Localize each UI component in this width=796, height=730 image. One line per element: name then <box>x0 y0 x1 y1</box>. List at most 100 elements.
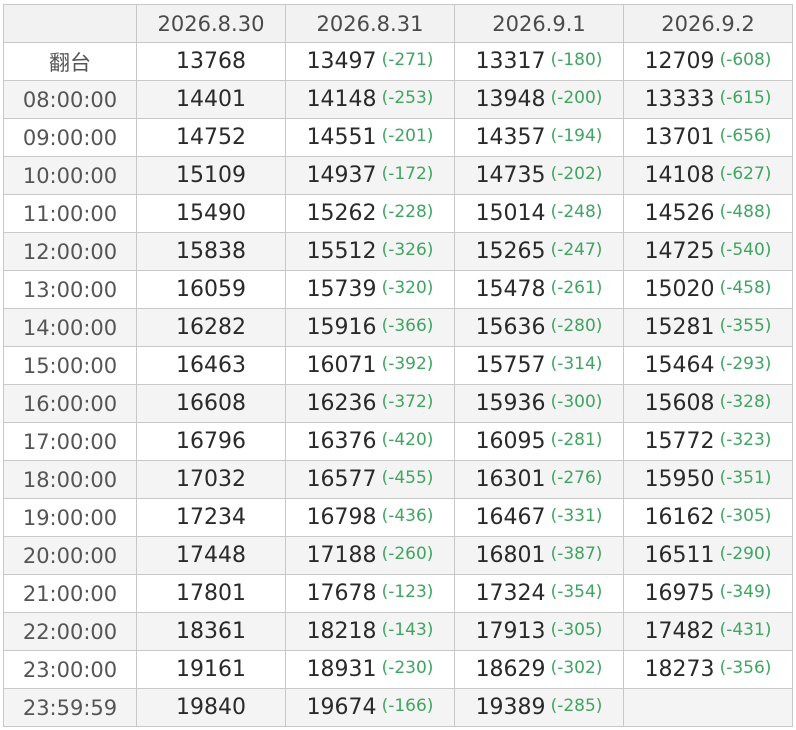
cell-value: 15608 <box>644 391 715 416</box>
cell-diff: (-320) <box>381 278 434 298</box>
table-cell: 15838 <box>136 232 286 271</box>
cell-value: 17801 <box>176 581 246 606</box>
table-cell: 19161 <box>136 650 286 689</box>
cell-diff: (-202) <box>550 164 603 184</box>
cell-diff: (-281) <box>550 430 603 450</box>
cell-value: 16095 <box>475 429 546 454</box>
cell-value: 19389 <box>475 695 546 720</box>
column-header: 2026.9.2 <box>623 4 793 43</box>
cell-diff: (-455) <box>381 468 434 488</box>
table-cell: 12709 (-608) <box>623 42 793 81</box>
cell-value: 17678 <box>306 581 377 606</box>
cell-diff: (-420) <box>381 430 434 450</box>
table-cell: 15478 (-261) <box>454 270 624 309</box>
cell-diff: (-201) <box>381 126 434 146</box>
row-label: 09:00:00 <box>3 118 137 157</box>
table-cell: 16376 (-420) <box>285 422 455 461</box>
cell-diff: (-615) <box>719 88 772 108</box>
cell-diff: (-123) <box>381 582 434 602</box>
cell-value: 14148 <box>306 87 377 112</box>
table-row: 18:00:00 17032 16577 (-455) 16301 (-276) 15950… <box>3 460 793 499</box>
cell-value: 15757 <box>475 353 546 378</box>
cell-value: 16467 <box>475 505 546 530</box>
cell-value: 16796 <box>176 429 246 454</box>
cell-value: 17448 <box>176 543 246 568</box>
row-label: 22:00:00 <box>3 612 137 651</box>
cell-value: 15020 <box>644 277 715 302</box>
cell-value: 15265 <box>475 239 546 264</box>
table-cell: 18629 (-302) <box>454 650 624 689</box>
cell-value: 12709 <box>644 49 715 74</box>
table-cell: 17482 (-431) <box>623 612 793 651</box>
cell-value: 13333 <box>644 87 715 112</box>
table-cell: 17324 (-354) <box>454 574 624 613</box>
table-cell: 16236 (-372) <box>285 384 455 423</box>
table-cell: 14148 (-253) <box>285 80 455 119</box>
row-label: 15:00:00 <box>3 346 137 385</box>
cell-value: 15478 <box>475 277 546 302</box>
table-cell: 13701 (-656) <box>623 118 793 157</box>
column-header: 2026.8.30 <box>136 4 286 43</box>
table-cell: 13497 (-271) <box>285 42 455 81</box>
column-header: 2026.8.31 <box>285 4 455 43</box>
table-row: 12:00:00 15838 15512 (-326) 15265 (-247) 14725… <box>3 232 793 271</box>
table-cell: 16796 <box>136 422 286 461</box>
cell-value: 16577 <box>306 467 377 492</box>
cell-value: 19674 <box>306 695 377 720</box>
cell-diff: (-166) <box>381 696 434 716</box>
cell-value: 19161 <box>176 657 246 682</box>
table-row: 11:00:00 15490 15262 (-228) 15014 (-248) 14526… <box>3 194 793 233</box>
table-cell: 14526 (-488) <box>623 194 793 233</box>
row-label: 17:00:00 <box>3 422 137 461</box>
cell-diff: (-540) <box>719 240 772 260</box>
cell-value: 18361 <box>176 619 246 644</box>
table-cell: 14551 (-201) <box>285 118 455 157</box>
row-label: 10:00:00 <box>3 156 137 195</box>
row-label: 20:00:00 <box>3 536 137 575</box>
cell-value: 15772 <box>644 429 715 454</box>
cell-diff: (-392) <box>381 354 434 374</box>
table-row: 10:00:00 15109 14937 (-172) 14735 (-202) 14108… <box>3 156 793 195</box>
cell-value: 18218 <box>306 619 377 644</box>
cell-diff: (-143) <box>381 620 434 640</box>
table-cell: 15490 <box>136 194 286 233</box>
cell-value: 13497 <box>306 49 377 74</box>
table-cell: 15464 (-293) <box>623 346 793 385</box>
cell-value: 13317 <box>475 49 546 74</box>
cell-diff: (-351) <box>719 468 772 488</box>
table-row: 23:00:00 19161 18931 (-230) 18629 (-302) 18273… <box>3 650 793 689</box>
table-row: 21:00:00 17801 17678 (-123) 17324 (-354) 16975… <box>3 574 793 613</box>
table-cell: 16282 <box>136 308 286 347</box>
table-cell: 16975 (-349) <box>623 574 793 613</box>
cell-diff: (-356) <box>719 658 772 678</box>
cell-value: 14937 <box>306 163 377 188</box>
cell-diff: (-172) <box>381 164 434 184</box>
table-cell: 15916 (-366) <box>285 308 455 347</box>
cell-diff: (-228) <box>381 202 434 222</box>
table-cell: 14937 (-172) <box>285 156 455 195</box>
cell-value: 19840 <box>176 695 246 720</box>
table-row: 17:00:00 16796 16376 (-420) 16095 (-281) 15772… <box>3 422 793 461</box>
cell-value: 15109 <box>176 163 246 188</box>
row-label: 23:59:59 <box>3 688 137 727</box>
cell-diff: (-354) <box>550 582 603 602</box>
cell-diff: (-488) <box>719 202 772 222</box>
table-row: 翻台 13768 13497 (-271) 13317 (-180) 12709 (-608) <box>3 42 793 81</box>
row-label: 18:00:00 <box>3 460 137 499</box>
table-cell: 18361 <box>136 612 286 651</box>
table-cell: 15281 (-355) <box>623 308 793 347</box>
cell-value: 15936 <box>475 391 546 416</box>
cell-value: 15464 <box>644 353 715 378</box>
row-label: 13:00:00 <box>3 270 137 309</box>
row-label: 12:00:00 <box>3 232 137 271</box>
cell-diff: (-627) <box>719 164 772 184</box>
table-cell: 14752 <box>136 118 286 157</box>
table-row: 23:59:59 19840 19674 (-166) 19389 (-285) <box>3 688 793 727</box>
table-row: 19:00:00 17234 16798 (-436) 16467 (-331) 16162… <box>3 498 793 537</box>
table-cell: 14357 (-194) <box>454 118 624 157</box>
cell-value: 15838 <box>176 239 246 264</box>
table-cell: 18273 (-356) <box>623 650 793 689</box>
cell-value: 16162 <box>644 505 715 530</box>
cell-value: 16059 <box>176 277 246 302</box>
cell-value: 17324 <box>475 581 546 606</box>
